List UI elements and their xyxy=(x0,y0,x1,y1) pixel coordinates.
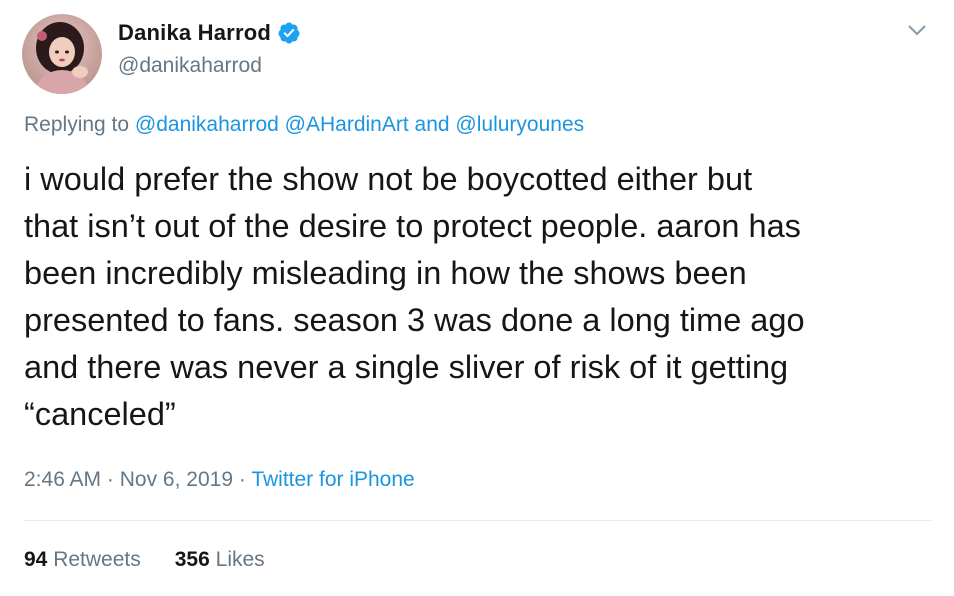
tweet-text-line: and there was never a single sliver of r… xyxy=(24,349,789,385)
retweets-count: 94 xyxy=(24,548,48,571)
meta-separator: · xyxy=(238,468,246,491)
display-name[interactable]: Danika Harrod xyxy=(118,20,271,46)
mention-conjunction[interactable]: and xyxy=(415,113,450,136)
tweet-text-line: been incredibly misleading in how the sh… xyxy=(24,255,747,291)
tweet-metadata: 2:46 AM · Nov 6, 2019 · Twitter for iPho… xyxy=(24,468,415,492)
tweet-stats: 94 Retweets 356 Likes xyxy=(24,548,265,572)
profile-photo-avatar xyxy=(22,14,102,94)
tweet-time[interactable]: 2:46 AM xyxy=(24,468,101,491)
retweets-stat[interactable]: 94 Retweets xyxy=(24,548,141,572)
mention-link[interactable]: @danikaharrod xyxy=(135,113,279,136)
divider xyxy=(24,520,932,521)
replying-to: Replying to @danikaharrod @AHardinArt an… xyxy=(24,113,584,137)
author-name-row[interactable]: Danika Harrod xyxy=(118,20,301,46)
tweet-date[interactable]: Nov 6, 2019 xyxy=(120,468,233,491)
meta-separator: · xyxy=(106,468,114,491)
chevron-down-icon[interactable] xyxy=(906,22,928,38)
tweet-text-line: “canceled” xyxy=(24,396,176,432)
tweet-text: i would prefer the show not be boycotted… xyxy=(24,156,929,438)
author-handle[interactable]: @danikaharrod xyxy=(118,54,262,78)
likes-label: Likes xyxy=(215,548,265,571)
tweet-source-link[interactable]: Twitter for iPhone xyxy=(251,468,414,491)
tweet-text-line: that isn’t out of the desire to protect … xyxy=(24,208,801,244)
tweet-text-line: i would prefer the show not be boycotted… xyxy=(24,161,753,197)
avatar[interactable] xyxy=(22,14,102,94)
mention-link[interactable]: @luluryounes xyxy=(455,113,584,136)
likes-count: 356 xyxy=(174,548,210,571)
mention-link[interactable]: @AHardinArt xyxy=(285,113,409,136)
likes-stat[interactable]: 356 Likes xyxy=(175,548,265,572)
tweet-text-line: presented to fans. season 3 was done a l… xyxy=(24,302,805,338)
tweet-card: Danika Harrod @danikaharrod Replying to … xyxy=(0,0,954,596)
retweets-label: Retweets xyxy=(53,548,141,571)
verified-badge-icon xyxy=(278,22,300,44)
replying-to-label: Replying to xyxy=(24,113,130,136)
